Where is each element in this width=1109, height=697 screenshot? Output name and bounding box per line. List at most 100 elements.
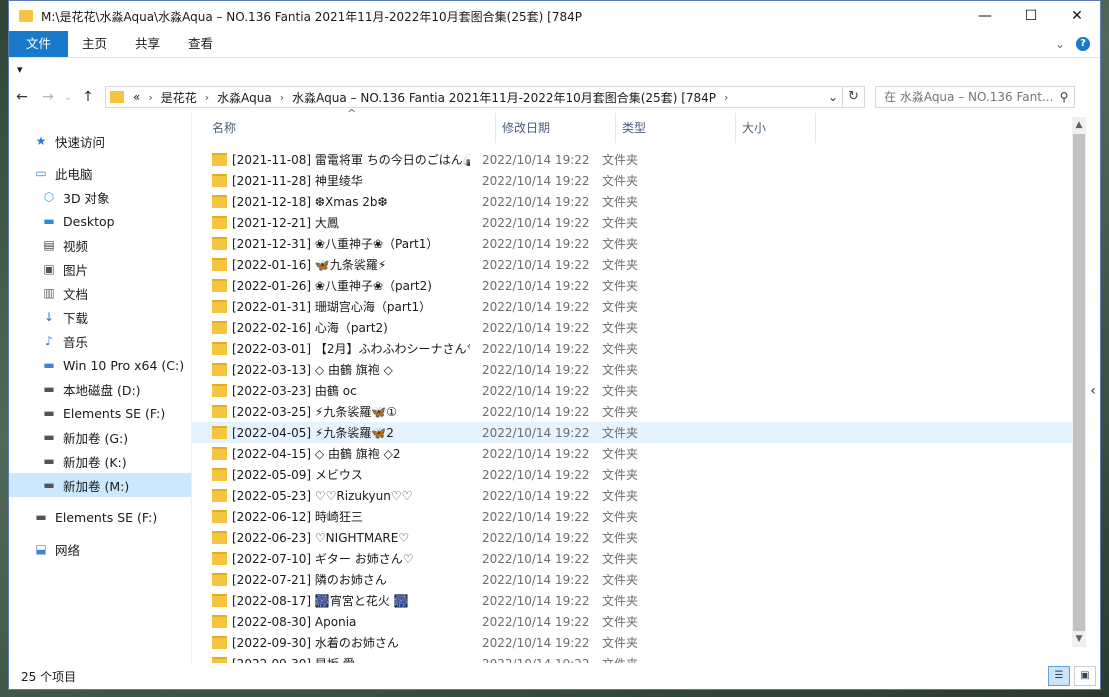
file-row[interactable]: [2022-05-23] ♡♡Rizukyun♡♡ 2022/10/14 19:2… — [192, 485, 1078, 506]
file-row[interactable]: [2021-11-28] 神里绫华 2022/10/14 19:22 文件夹 — [192, 170, 1078, 191]
breadcrumb-overflow[interactable]: « — [130, 90, 143, 104]
file-name: [2021-12-21] 大鳳 — [232, 216, 339, 230]
maximize-button[interactable]: ☐ — [1008, 1, 1054, 31]
file-row[interactable]: [2022-07-21] 隣のお姉さん 2022/10/14 19:22 文件夹 — [192, 569, 1078, 590]
title-bar[interactable]: M:\是花花\水淼Aqua\水淼Aqua – NO.136 Fantia 202… — [9, 1, 1100, 31]
file-row[interactable]: [2022-01-31] 珊瑚宫心海（part1） 2022/10/14 19:2… — [192, 296, 1078, 317]
chevron-left-icon[interactable]: ‹ — [1086, 371, 1100, 411]
minimize-button[interactable]: — — [962, 1, 1008, 31]
column-size[interactable]: 大小 — [736, 113, 816, 143]
file-name: [2022-02-16] 心海（part2) — [232, 321, 388, 335]
nav-item[interactable]: ▤ 视频 — [9, 233, 191, 257]
file-date: 2022/10/14 19:22 — [482, 614, 590, 629]
scroll-down-icon[interactable]: ▼ — [1072, 631, 1086, 647]
sort-up-icon: ^ — [347, 107, 357, 120]
large-icons-view-icon[interactable]: ▣ — [1074, 666, 1096, 686]
vertical-scrollbar[interactable]: ▲ ▼ — [1072, 117, 1086, 647]
column-date[interactable]: 修改日期 — [496, 113, 616, 143]
file-name-cell: [2022-04-05] ⚡九条裟羅🦋2 — [192, 424, 470, 441]
up-arrow-icon[interactable]: ↑ — [75, 89, 101, 105]
file-list-pane: 名称 修改日期 类型 大小 ^ [2021-11-08] 雷電将軍 ちの今日のご… — [192, 107, 1100, 689]
column-name[interactable]: 名称 — [192, 113, 496, 143]
folder-icon — [212, 342, 227, 355]
file-row[interactable]: [2022-08-30] Aponia 2022/10/14 19:22 文件夹 — [192, 611, 1078, 632]
search-box[interactable]: ⚲ — [875, 86, 1075, 108]
file-row[interactable]: [2022-02-16] 心海（part2) 2022/10/14 19:22 文件… — [192, 317, 1078, 338]
nav-item[interactable]: ▬ 本地磁盘 (D:) — [9, 377, 191, 401]
expand-ribbon-icon[interactable]: ⌄ — [1050, 37, 1070, 51]
column-type[interactable]: 类型 — [616, 113, 736, 143]
help-icon[interactable]: ? — [1076, 37, 1090, 51]
address-bar[interactable]: « › 是花花 › 水淼Aqua › 水淼Aqua – NO.136 Fanti… — [105, 86, 843, 108]
close-button[interactable]: ✕ — [1054, 1, 1100, 31]
tab-view[interactable]: 查看 — [174, 31, 227, 57]
file-row[interactable]: [2021-12-21] 大鳳 2022/10/14 19:22 文件夹 — [192, 212, 1078, 233]
scroll-thumb[interactable] — [1073, 134, 1085, 631]
scroll-up-icon[interactable]: ▲ — [1072, 117, 1086, 133]
breadcrumb-item[interactable]: 水淼Aqua – NO.136 Fantia 2021年11月-2022年10月… — [289, 89, 719, 106]
file-row[interactable]: [2022-01-16] 🦋九条裟羅⚡ 2022/10/14 19:22 文件夹 — [192, 254, 1078, 275]
search-icon[interactable]: ⚲ — [1054, 90, 1074, 104]
file-row[interactable]: [2022-04-05] ⚡九条裟羅🦋2 2022/10/14 19:22 文件夹 — [192, 422, 1078, 443]
refresh-icon[interactable]: ↻ — [843, 86, 865, 108]
address-dropdown-icon[interactable]: ⌄ — [823, 90, 842, 104]
customize-toolbar-icon[interactable]: ▾ — [17, 63, 23, 76]
breadcrumb-separator-icon: › — [279, 90, 285, 104]
nav-item[interactable]: ▣ 图片 — [9, 257, 191, 281]
item-count: 25 个项目 — [21, 669, 77, 684]
file-type: 文件夹 — [602, 573, 639, 587]
nav-item[interactable]: ⬡ 3D 对象 — [9, 185, 191, 209]
file-row[interactable]: [2022-09-30] 水着のお姉さん 2022/10/14 19:22 文件夹 — [192, 632, 1078, 653]
file-row[interactable]: [2022-06-12] 時崎狂三 2022/10/14 19:22 文件夹 — [192, 506, 1078, 527]
file-name-cell: [2022-03-13] ◇ 由鶴 旗袍 ◇ — [192, 361, 470, 378]
nav-quick-access[interactable]: ★ 快速访问 — [9, 129, 191, 153]
breadcrumb-item[interactable]: 水淼Aqua — [214, 89, 275, 106]
file-name: [2022-01-31] 珊瑚宫心海（part1） — [232, 300, 432, 314]
nav-item[interactable]: ▬ Elements SE (F:) — [9, 401, 191, 425]
folder-icon — [212, 510, 227, 523]
file-row[interactable]: [2021-11-08] 雷電将軍 ちの今日のごはん🍙 2022/10/14 19… — [192, 149, 1078, 170]
file-row[interactable]: [2022-03-23] 由鶴 oc 2022/10/14 19:22 文件夹 — [192, 380, 1078, 401]
nav-item[interactable]: ▬ 新加卷 (G:) — [9, 425, 191, 449]
breadcrumb-item[interactable]: 是花花 — [158, 89, 200, 106]
tab-share[interactable]: 共享 — [121, 31, 174, 57]
nav-network[interactable]: ⬓ 网络 — [9, 537, 191, 561]
file-date: 2022/10/14 19:22 — [482, 446, 590, 461]
file-row[interactable]: [2022-03-13] ◇ 由鶴 旗袍 ◇ 2022/10/14 19:22 文件… — [192, 359, 1078, 380]
nav-item[interactable]: ▬ Win 10 Pro x64 (C:) — [9, 353, 191, 377]
file-name: [2021-11-28] 神里绫华 — [232, 174, 363, 188]
file-type: 文件夹 — [602, 531, 639, 545]
file-type: 文件夹 — [602, 321, 639, 335]
nav-this-pc[interactable]: ▭ 此电脑 — [9, 161, 191, 185]
recent-chevron-down-icon[interactable]: ⌄ — [61, 92, 75, 103]
file-row[interactable]: [2022-08-17] 🎆宵宮と花火 🎆 2022/10/14 19:22 文件夹 — [192, 590, 1078, 611]
search-input[interactable] — [876, 89, 1054, 105]
file-name-cell: [2022-06-23] ♡NIGHTMARE♡ — [192, 531, 470, 545]
details-view-icon[interactable]: ☰ — [1048, 666, 1070, 686]
file-row[interactable]: [2022-01-26] ❀八重神子❀（part2) 2022/10/14 19:… — [192, 275, 1078, 296]
tab-file[interactable]: 文件 — [9, 31, 69, 57]
file-name-cell: [2022-05-09] メビウス — [192, 466, 470, 483]
file-type: 文件夹 — [602, 279, 639, 293]
forward-arrow-icon[interactable]: → — [35, 89, 61, 105]
file-row[interactable]: [2021-12-18] ❆Xmas 2b❆ 2022/10/14 19:22 文件… — [192, 191, 1078, 212]
file-row[interactable]: [2021-12-31] ❀八重神子❀（Part1） 2022/10/14 19:… — [192, 233, 1078, 254]
file-row[interactable]: [2022-04-15] ◇ 由鶴 旗袍 ◇2 2022/10/14 19:22 文… — [192, 443, 1078, 464]
nav-item[interactable]: ▬ Desktop — [9, 209, 191, 233]
nav-external-drive[interactable]: ▬ Elements SE (F:) — [9, 505, 191, 529]
tab-home[interactable]: 主页 — [68, 31, 121, 57]
back-arrow-icon[interactable]: ← — [9, 89, 35, 105]
file-row[interactable]: [2022-06-23] ♡NIGHTMARE♡ 2022/10/14 19:22… — [192, 527, 1078, 548]
file-row[interactable]: [2022-03-01] 【2月】ふわふわシーナさん🐾 2022/10/14 19… — [192, 338, 1078, 359]
nav-item[interactable]: ▥ 文档 — [9, 281, 191, 305]
file-row[interactable]: [2022-03-25] ⚡九条裟羅🦋① 2022/10/14 19:22 文件夹 — [192, 401, 1078, 422]
file-type: 文件夹 — [602, 636, 639, 650]
nav-item[interactable]: ▬ 新加卷 (K:) — [9, 449, 191, 473]
nav-this-pc-children: ⬡ 3D 对象 ▬ Desktop ▤ 视频 ▣ 图片 ▥ 文档 ↓ 下载 ♪ 音乐 ▬ Win 10 Pro… — [9, 185, 191, 497]
video-icon: ▤ — [43, 238, 55, 252]
file-row[interactable]: [2022-07-10] ギター お姉さん♡ 2022/10/14 19:22 文件… — [192, 548, 1078, 569]
nav-item[interactable]: ▬ 新加卷 (M:) — [9, 473, 191, 497]
nav-item[interactable]: ↓ 下载 — [9, 305, 191, 329]
nav-item[interactable]: ♪ 音乐 — [9, 329, 191, 353]
file-row[interactable]: [2022-05-09] メビウス 2022/10/14 19:22 文件夹 — [192, 464, 1078, 485]
